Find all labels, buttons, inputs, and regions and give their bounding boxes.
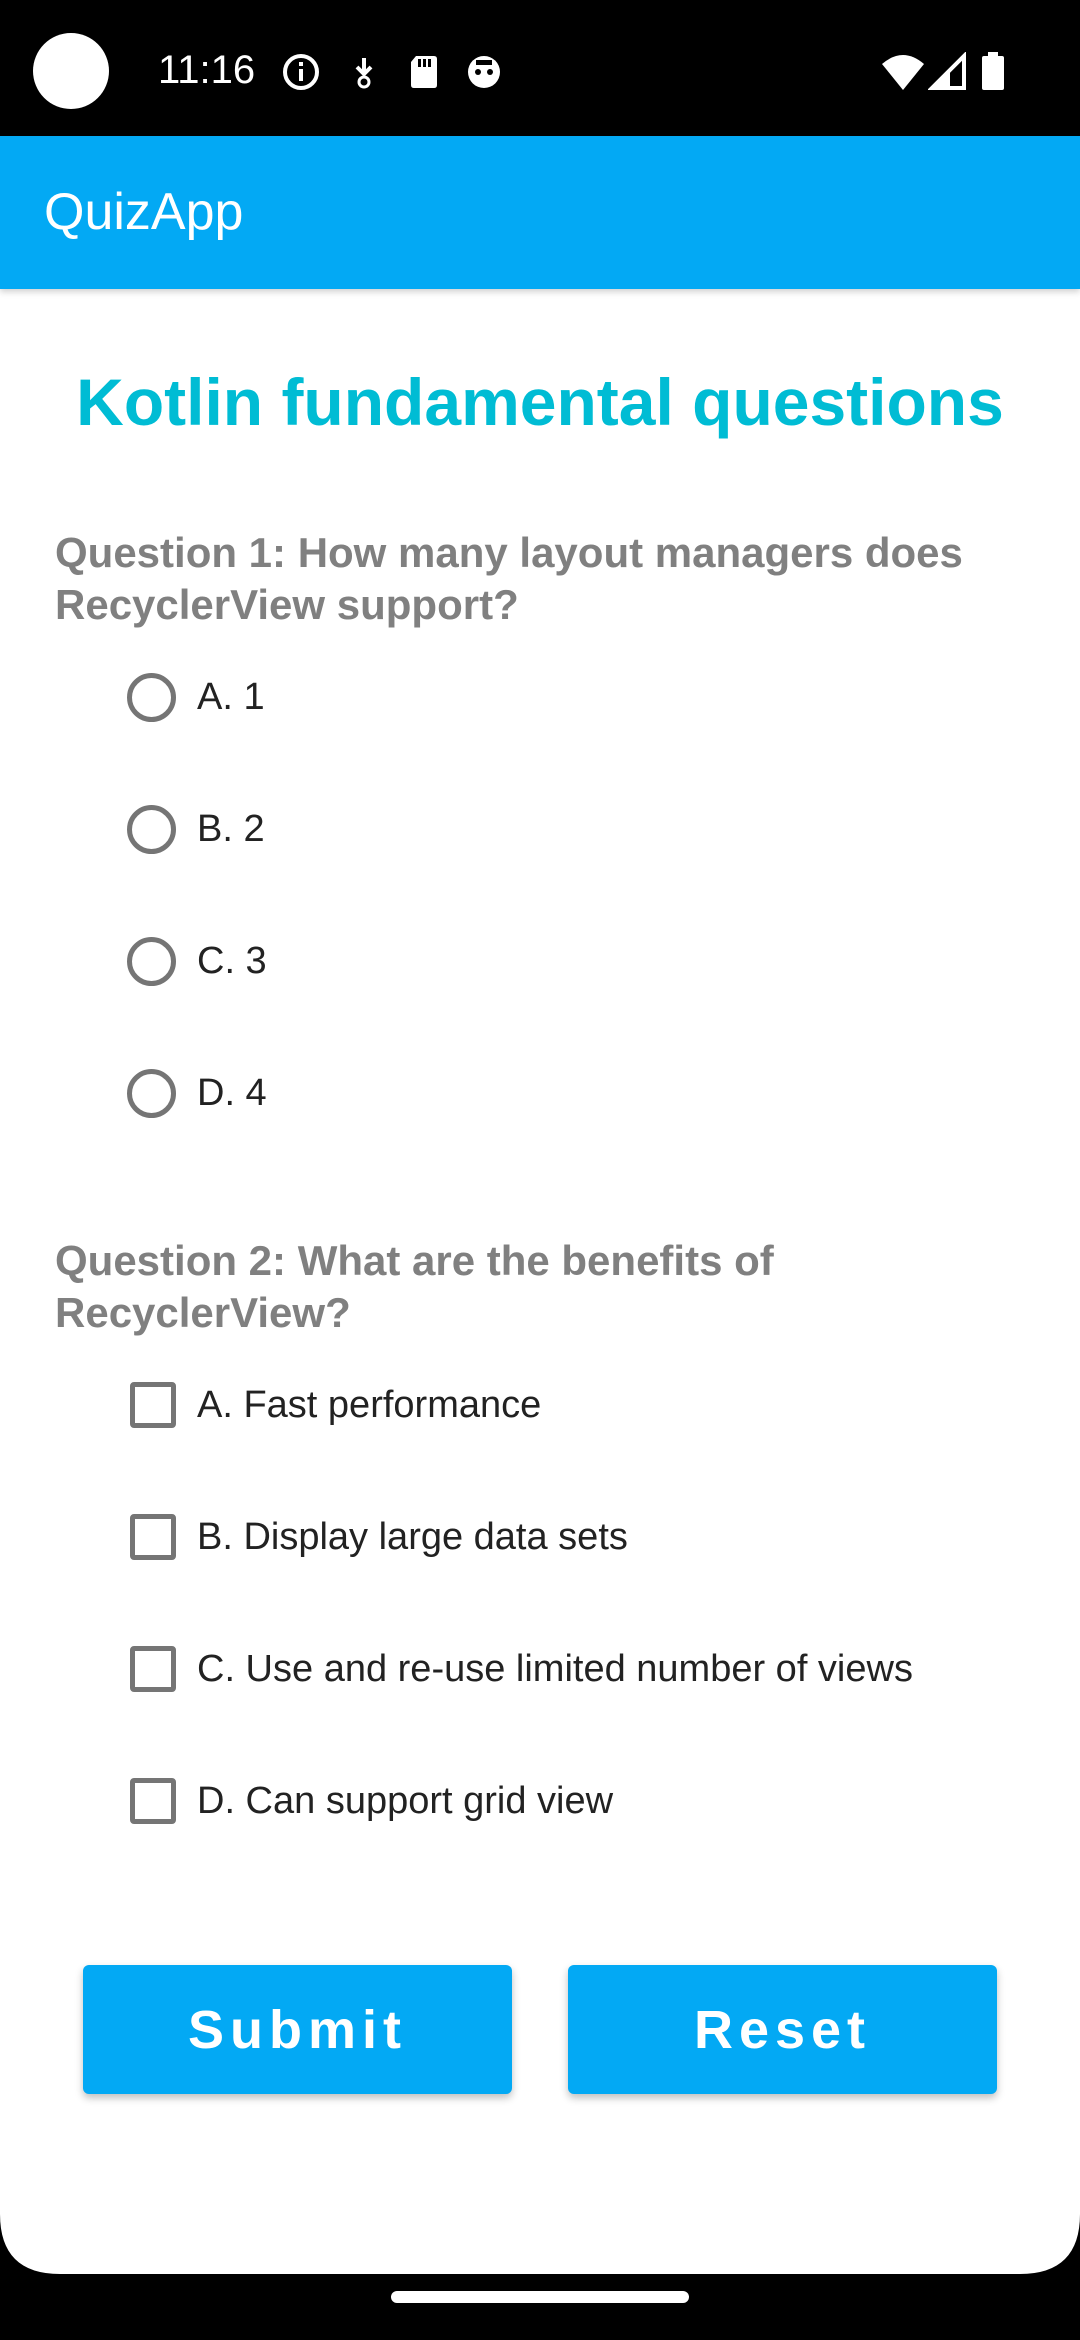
checkbox[interactable] [130, 1382, 176, 1428]
reset-button[interactable]: Reset [568, 1965, 997, 2094]
download-icon [344, 52, 384, 92]
submit-button-label: Submit [188, 1999, 407, 2060]
radio-button[interactable] [127, 672, 176, 722]
status-bar: 11:16 [0, 0, 1080, 136]
sd-card-icon [404, 52, 444, 92]
option-label: B. Display large data sets [197, 1516, 628, 1558]
app-bar: QuizApp [0, 136, 1080, 289]
checkbox[interactable] [130, 1646, 176, 1692]
question-1-option-b[interactable]: B. 2 [118, 774, 1018, 884]
signal-icon [928, 52, 968, 92]
option-label: A. Fast performance [197, 1384, 542, 1426]
phone-screen: 11:16 QuizApp Kotlin fundamental questio… [0, 0, 1080, 2340]
app-title: QuizApp [44, 183, 244, 241]
question-2-option-d[interactable]: D. Can support grid view [118, 1746, 1018, 1856]
checkbox[interactable] [130, 1514, 176, 1560]
option-label: A. 1 [197, 676, 265, 718]
battery-icon [980, 52, 1006, 92]
reset-button-label: Reset [693, 1999, 872, 2060]
option-label: C. 3 [197, 940, 267, 982]
question-1-text: Question 1: How many layout managers doe… [55, 529, 963, 628]
home-gesture-handle[interactable] [391, 2291, 689, 2303]
robot-face-icon [464, 52, 504, 92]
question-2-option-c[interactable]: C. Use and re-use limited number of view… [118, 1614, 1018, 1724]
status-time: 11:16 [158, 48, 256, 92]
option-label: D. 4 [197, 1072, 267, 1114]
question-2-text: Question 2: What are the benefits of Rec… [55, 1237, 774, 1336]
camera-cutout [33, 33, 109, 109]
question-1-option-a[interactable]: A. 1 [118, 642, 1018, 752]
submit-button[interactable]: Submit [83, 1965, 512, 2094]
option-label: D. Can support grid view [197, 1780, 614, 1822]
radio-button[interactable] [127, 1068, 176, 1118]
option-label: C. Use and re-use limited number of view… [197, 1648, 913, 1690]
info-icon [281, 52, 321, 92]
question-1-option-c[interactable]: C. 3 [118, 906, 1018, 1016]
radio-button[interactable] [127, 936, 176, 986]
navigation-bar [0, 2274, 1080, 2340]
screen-corner-mask [0, 2214, 1080, 2274]
option-label: B. 2 [197, 808, 265, 850]
question-2-option-a[interactable]: A. Fast performance [118, 1350, 1018, 1460]
checkbox[interactable] [130, 1778, 176, 1824]
radio-button[interactable] [127, 804, 176, 854]
question-1-option-d[interactable]: D. 4 [118, 1038, 1018, 1148]
app-content: QuizApp Kotlin fundamental questions Que… [0, 136, 1080, 2274]
question-2-option-b[interactable]: B. Display large data sets [118, 1482, 1018, 1592]
quiz-heading: Kotlin fundamental questions [76, 365, 1004, 439]
wifi-icon [880, 52, 926, 92]
